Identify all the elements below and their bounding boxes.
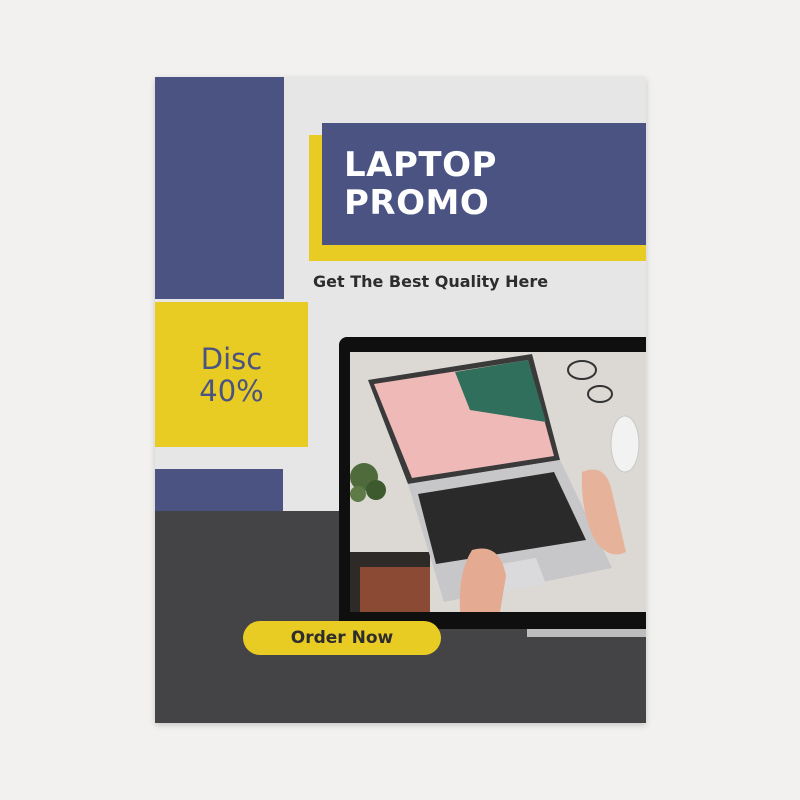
laptop-photo <box>350 352 646 612</box>
navy-block-top <box>155 77 284 299</box>
discount-label: Disc <box>200 341 263 376</box>
laptop-photo-illustration <box>350 352 646 612</box>
navy-block-middle <box>155 469 283 511</box>
monitor-frame <box>339 337 646 629</box>
order-now-button[interactable]: Order Now <box>243 621 441 655</box>
title-line-1: LAPTOP <box>344 145 497 185</box>
monitor-stand <box>527 629 646 637</box>
title-line-2: PROMO <box>344 183 490 223</box>
discount-value: 40% <box>199 373 264 408</box>
title-box: LAPTOP PROMO <box>322 123 646 245</box>
discount-badge: Disc 40% <box>155 302 308 447</box>
promo-poster: Disc 40% LAPTOP PROMO Get The Best Quali… <box>155 77 646 723</box>
subtitle: Get The Best Quality Here <box>313 272 549 291</box>
